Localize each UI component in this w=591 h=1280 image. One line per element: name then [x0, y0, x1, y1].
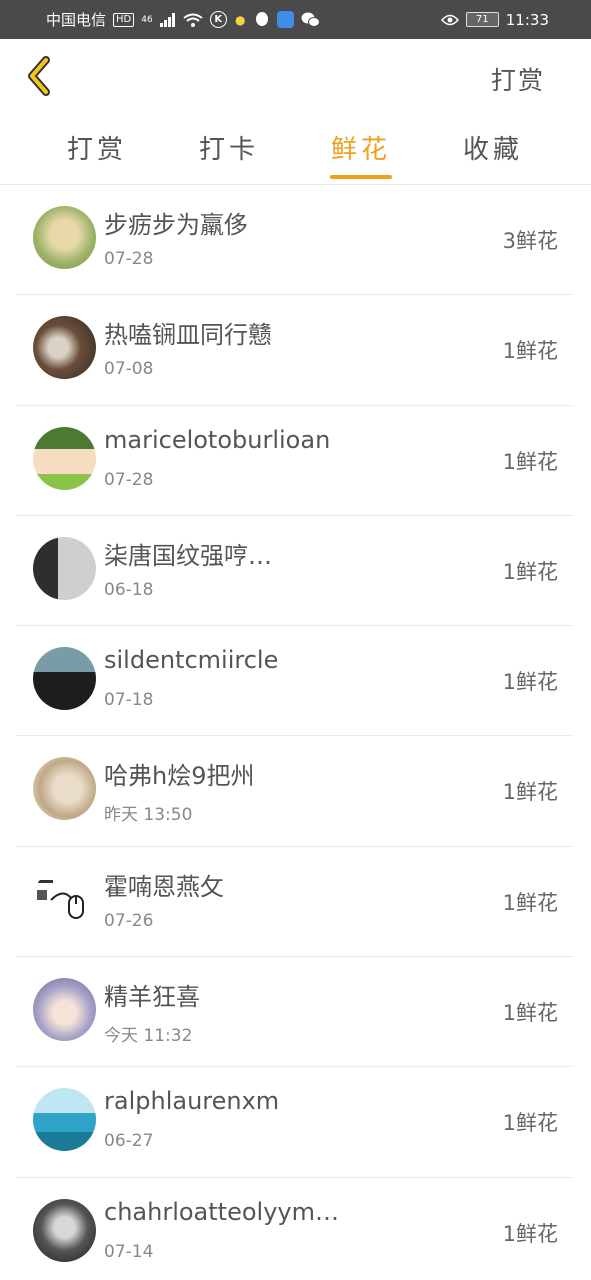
avatar — [33, 978, 96, 1042]
user-name: 精羊狂喜 — [104, 983, 200, 1012]
hd-badge: HD — [113, 12, 135, 27]
item-date: 07-18 — [104, 690, 154, 711]
item-date: 07-08 — [104, 359, 154, 380]
bulb-icon: ● — [234, 12, 246, 27]
avatar — [33, 206, 96, 269]
flower-count: 1鲜花 — [502, 670, 558, 695]
tab-bar: 打赏 打卡 鲜花 收藏 — [0, 111, 591, 185]
user-name: ralphlaurenxm — [104, 1087, 280, 1116]
network-type-label: 46 — [141, 14, 153, 25]
user-name: chahrloatteolyym… — [104, 1197, 339, 1226]
carrier-label: 中国电信 — [46, 11, 107, 29]
flower-count: 3鲜花 — [502, 229, 558, 253]
header-bar: 打赏 — [0, 39, 591, 111]
flower-count: 1鲜花 — [502, 339, 558, 364]
list-item[interactable]: 柒唐国纹强哼… 06-18 1鲜花 — [16, 516, 574, 627]
item-date: 07-28 — [104, 249, 154, 269]
qq-icon — [255, 12, 268, 26]
flower-list: 步疬步为羸侈 07-28 3鲜花 热嗑锎皿同行戆 07-08 1鲜花 maric… — [16, 185, 574, 1280]
user-name: 霍喃恩燕攵 — [104, 872, 224, 901]
flower-count: 1鲜花 — [502, 1111, 558, 1136]
flower-count: 1鲜花 — [502, 559, 558, 584]
item-date: 06-27 — [104, 1131, 154, 1152]
list-item[interactable]: 步疬步为羸侈 07-28 3鲜花 — [16, 185, 574, 296]
avatar — [33, 426, 96, 490]
list-item[interactable]: ralphlaurenxm 06-27 1鲜花 — [16, 1067, 574, 1178]
eye-icon — [440, 14, 459, 25]
battery-indicator: 71 — [465, 12, 499, 27]
status-time: 11:33 — [505, 10, 549, 29]
tab-favorites[interactable]: 收藏 — [448, 129, 538, 166]
flower-count: 1鲜花 — [502, 890, 558, 915]
wechat-icon — [301, 12, 320, 27]
user-name: 热嗑锎皿同行戆 — [104, 321, 272, 350]
flower-count: 1鲜花 — [502, 1001, 558, 1026]
list-item[interactable]: maricelotoburlioan 07-28 1鲜花 — [16, 406, 574, 516]
reward-action-button[interactable]: 打赏 — [491, 61, 545, 97]
browser-app-icon — [276, 11, 294, 28]
user-name: 步疬步为羸侈 — [104, 211, 248, 239]
avatar — [33, 647, 96, 711]
signal-icon — [159, 12, 175, 27]
list-item[interactable]: chahrloatteolyym… 07-14 1鲜花 — [16, 1178, 574, 1280]
item-date: 06-18 — [104, 579, 154, 600]
user-name: 哈弗h烩9把州 — [104, 762, 255, 791]
avatar — [33, 867, 96, 931]
item-date: 今天 11:32 — [104, 1026, 193, 1047]
item-date: 07-26 — [104, 910, 154, 931]
avatar — [33, 536, 96, 600]
tab-flowers[interactable]: 鲜花 — [316, 129, 406, 166]
wifi-icon — [183, 13, 203, 27]
tab-checkin[interactable]: 打卡 — [184, 129, 274, 166]
user-name: maricelotoburlioan — [104, 425, 331, 454]
flower-count: 1鲜花 — [502, 1221, 558, 1246]
avatar — [33, 316, 96, 380]
avatar — [33, 1088, 96, 1152]
avatar — [33, 1198, 96, 1262]
user-name: sildentcmiircle — [104, 646, 279, 675]
user-name: 柒唐国纹强哼… — [104, 541, 272, 570]
avatar — [33, 757, 96, 821]
item-date: 07-14 — [104, 1241, 154, 1262]
item-date: 昨天 13:50 — [104, 805, 193, 826]
list-item[interactable]: 精羊狂喜 今天 11:32 1鲜花 — [16, 957, 574, 1068]
list-item[interactable]: 哈弗h烩9把州 昨天 13:50 1鲜花 — [16, 736, 574, 847]
item-date: 07-28 — [104, 469, 154, 490]
active-tab-indicator — [330, 175, 392, 179]
mouse-icon — [37, 879, 84, 919]
flower-count: 1鲜花 — [502, 449, 558, 474]
status-bar: 中国电信 HD 46 K ● 71 11:33 — [0, 0, 591, 39]
tab-reward[interactable]: 打赏 — [52, 129, 142, 166]
list-item[interactable]: sildentcmiircle 07-18 1鲜花 — [16, 626, 574, 737]
flower-count: 1鲜花 — [502, 780, 558, 805]
list-item[interactable]: 霍喃恩燕攵 07-26 1鲜花 — [16, 847, 574, 958]
list-item[interactable]: 热嗑锎皿同行戆 07-08 1鲜花 — [16, 295, 574, 406]
k-app-icon: K — [209, 11, 227, 28]
back-arrow-icon[interactable] — [24, 56, 58, 96]
